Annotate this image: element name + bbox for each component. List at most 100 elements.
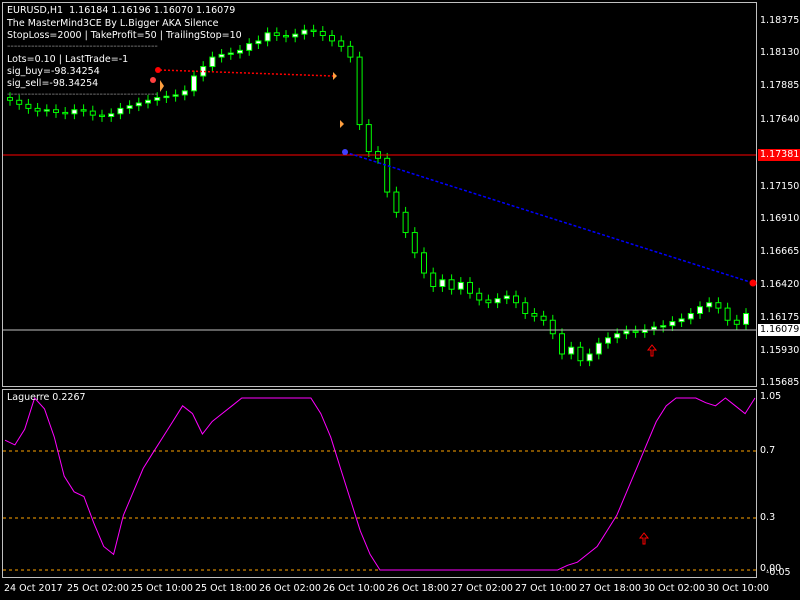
ea-name: The MasterMind3CE By L.Bigger AKA Silenc… [7, 18, 219, 29]
candle-body [191, 75, 197, 92]
time-tick: 25 Oct 10:00 [131, 583, 193, 594]
candle-body [108, 113, 115, 117]
time-tick: 25 Oct 18:00 [195, 583, 257, 594]
time-tick: 27 Oct 10:00 [515, 583, 577, 594]
candle-body [237, 49, 243, 54]
candle-body [255, 40, 262, 45]
candle-body [586, 353, 593, 362]
candle-body [172, 94, 179, 97]
candle-body [163, 95, 170, 99]
candle-body [724, 307, 731, 321]
red-level-tag: 1.17381 [758, 149, 800, 161]
trade-marker [150, 77, 156, 83]
time-tick: 30 Oct 02:00 [643, 583, 705, 594]
candle-body [632, 330, 639, 333]
candle-body [549, 319, 556, 335]
candle-body [687, 313, 694, 320]
candle-body [62, 111, 69, 115]
sell-trade-line [159, 69, 334, 77]
candle-body [577, 346, 584, 362]
trade-arrow [340, 120, 344, 128]
candle-body [283, 35, 289, 38]
candle-body [439, 279, 446, 288]
candle-body [218, 53, 225, 58]
candle-body [595, 342, 602, 355]
candle-body [733, 319, 740, 325]
time-tick: 24 Oct 2017 [4, 583, 63, 594]
indicator-level-label: 1.05 [760, 391, 782, 402]
indicator-level-label: 0.7 [760, 445, 776, 456]
candle-body [34, 107, 41, 112]
candle-body [715, 302, 722, 309]
candle-body [53, 109, 59, 113]
candle-body [338, 40, 345, 47]
time-tick: 27 Oct 18:00 [579, 583, 641, 594]
up-arrow-icon [646, 344, 658, 357]
indicator-frame [2, 389, 757, 578]
indicator-level-label: -0.05 [766, 567, 791, 578]
candle-body [25, 103, 32, 109]
trade-marker [749, 279, 757, 287]
candle-body [393, 191, 400, 213]
candle-body [301, 29, 308, 35]
candle-body [384, 157, 391, 193]
price-tick: 1.15685 [760, 377, 800, 388]
trade-marker [155, 67, 161, 73]
candle-body [559, 333, 565, 355]
info-divider-2: ----------------------------------------… [7, 89, 158, 100]
price-tick: 1.16665 [760, 246, 800, 257]
candle-body [227, 52, 234, 55]
candle-body [651, 326, 657, 331]
trade-markers [150, 67, 757, 287]
price-tick: 1.17640 [760, 114, 800, 125]
candle-body [706, 302, 713, 308]
candle-body [448, 279, 455, 290]
candle-body [568, 346, 575, 355]
candle-body [614, 333, 621, 339]
candle-body [697, 306, 703, 315]
sig-buy-line: sig_buy=-98.34254 [7, 66, 100, 77]
candle-body [678, 318, 685, 323]
candle-body [467, 281, 473, 294]
candle-body [209, 56, 216, 68]
candle-body [503, 295, 510, 300]
candle-body [273, 32, 280, 37]
candle-body [264, 32, 271, 42]
candle-body [292, 33, 299, 38]
time-tick: 26 Oct 02:00 [259, 583, 321, 594]
candle-body [605, 337, 611, 344]
candles-group [7, 24, 749, 367]
candle-body [347, 45, 354, 58]
sig-sell-line: sig_sell=-98.34254 [7, 78, 99, 89]
indicator-title: Laguerre 0.2267 [7, 392, 86, 403]
price-tick: 1.16175 [760, 312, 800, 323]
trade-arrow [333, 72, 337, 80]
time-tick: 26 Oct 10:00 [323, 583, 385, 594]
candle-body [80, 109, 87, 112]
price-tick: 1.17150 [760, 181, 800, 192]
candle-body [531, 313, 538, 317]
candle-body [457, 281, 464, 290]
candle-body [421, 252, 427, 274]
candle-body [411, 232, 418, 254]
candle-body [310, 29, 317, 32]
candle-body [494, 298, 501, 304]
candle-body [743, 313, 749, 325]
price-tick: 1.15930 [760, 345, 800, 356]
time-tick: 26 Oct 18:00 [387, 583, 449, 594]
candle-body [430, 272, 437, 288]
info-divider: ----------------------------------------… [7, 41, 158, 52]
indicator-level-label: 0.3 [760, 512, 776, 523]
lots-line: Lots=0.10 | LastTrade=-1 [7, 54, 129, 65]
candle-body [356, 56, 363, 126]
time-tick: 30 Oct 10:00 [707, 583, 769, 594]
time-tick: 27 Oct 02:00 [451, 583, 513, 594]
price-tick: 1.16420 [760, 279, 800, 290]
candle-body [246, 43, 253, 51]
time-tick: 25 Oct 02:00 [67, 583, 129, 594]
trade-marker [342, 149, 348, 155]
price-tick: 1.18375 [760, 15, 800, 26]
candle-body [540, 315, 547, 321]
candle-body [476, 292, 483, 301]
current-price-tag: 1.16079 [758, 324, 800, 336]
